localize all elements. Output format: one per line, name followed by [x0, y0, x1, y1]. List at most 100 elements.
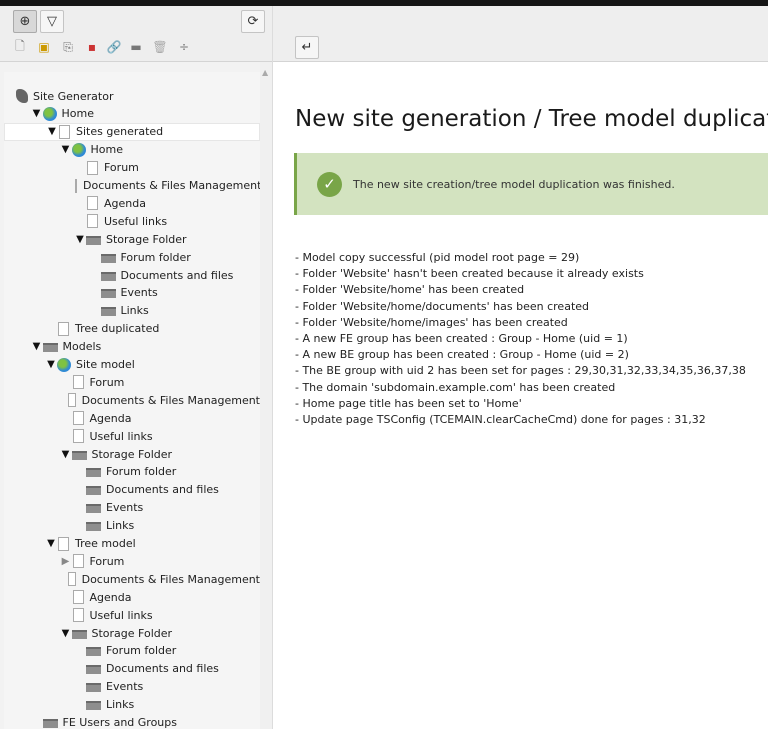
tree-node-label: Documents & Files Management — [81, 393, 260, 407]
tree-node[interactable]: Documents and files — [4, 266, 260, 284]
folder-icon[interactable]: ▬ — [129, 40, 143, 54]
folder-icon — [100, 289, 116, 299]
tree-node[interactable]: ▼ Storage Folder — [4, 445, 260, 463]
scroll-up-icon[interactable]: ▲ — [262, 68, 268, 77]
log-line: - Folder 'Website/home/documents' has be… — [295, 299, 590, 313]
tree-node[interactable]: ▼ Storage Folder — [4, 624, 260, 642]
tree-node-label: Agenda — [89, 411, 132, 425]
page-icon — [72, 590, 84, 605]
toggle-icon[interactable]: ▼ — [60, 449, 72, 460]
tree-node[interactable]: Forum — [4, 373, 260, 391]
tree-node[interactable]: Links — [4, 517, 260, 535]
tree-node[interactable]: Documents and files — [4, 660, 260, 678]
tree-scrollbar[interactable]: ▲ — [260, 62, 272, 729]
tree-node[interactable]: Documents & Files Management — [4, 391, 260, 409]
page-icon — [72, 554, 84, 569]
log-line: - Home page title has been set to 'Home' — [295, 396, 522, 410]
log-line: - A new BE group has been created : Grou… — [295, 348, 629, 362]
tree-node[interactable]: ▼ Home — [4, 105, 260, 123]
filter-icon[interactable]: ▽ — [40, 10, 64, 33]
folder-icon — [86, 683, 101, 693]
tree-node-label: Forum folder — [106, 644, 177, 658]
page-shortcut-icon[interactable]: ⎘ — [61, 40, 75, 54]
tree-node[interactable]: Documents and files — [4, 481, 260, 499]
tree-node[interactable]: Events — [4, 284, 260, 302]
tree-node[interactable]: Forum folder — [4, 248, 260, 266]
page-tree-panel: ⊕ ▽ ⟳ 🗋 ▣ ⎘ ▪ 🔗 ▬ 🗑 ÷ Site Generator ▼ Hom… — [0, 6, 273, 729]
tree-node-label: Storage Folder — [91, 447, 173, 461]
tree-node[interactable]: Agenda — [4, 588, 260, 606]
page-icon — [87, 196, 98, 211]
tree-node[interactable]: Forum folder — [4, 463, 260, 481]
page-title: New site generation / Tree model duplica… — [295, 106, 768, 132]
page-icon — [75, 178, 77, 193]
tree-node[interactable]: Useful links — [4, 212, 260, 230]
toggle-icon[interactable]: ▼ — [74, 234, 86, 245]
folder-icon — [100, 271, 116, 281]
page-tree: Site Generator ▼ Home ▼ Sites generated ▼ Home… — [4, 72, 261, 729]
folder-icon — [86, 647, 101, 657]
tree-node[interactable]: Site Generator — [4, 87, 260, 105]
tree-node[interactable]: ▼ Site model — [4, 356, 260, 374]
tree-node[interactable]: Agenda — [4, 194, 260, 212]
tree-node-label: Forum — [89, 554, 125, 568]
tree-node[interactable]: Links — [4, 302, 260, 320]
tree-node-label: Agenda — [89, 590, 132, 604]
tree-node-label: Sites generated — [76, 125, 164, 139]
new-page-icon[interactable]: ⊕ — [13, 10, 37, 33]
tree-node[interactable]: Forum — [4, 159, 260, 177]
tree-node[interactable]: ▼ Storage Folder — [4, 230, 260, 248]
folder-icon — [71, 629, 87, 639]
log-line: - Folder 'Website/home' has been created — [295, 283, 525, 297]
toggle-icon[interactable]: ▶ — [60, 556, 72, 567]
toggle-icon[interactable]: ▼ — [60, 144, 72, 155]
tree-node-label: Documents and files — [106, 483, 219, 497]
toggle-icon[interactable]: ▼ — [31, 341, 43, 352]
tree-node[interactable]: Useful links — [4, 427, 260, 445]
tree-node[interactable]: Tree duplicated — [4, 320, 260, 338]
result-log: - Model copy successful (pid model root … — [295, 250, 746, 428]
tree-node[interactable]: ▼ Tree model — [4, 535, 260, 553]
divider-icon[interactable]: ÷ — [177, 40, 191, 54]
link-icon[interactable]: 🔗 — [107, 40, 122, 54]
tree-node[interactable]: Documents & Files Management — [4, 570, 260, 588]
content-toolbar: ↵ — [273, 6, 768, 62]
tree-node[interactable]: ▼ Sites generated — [4, 122, 260, 141]
tree-node-label: Home — [61, 107, 94, 121]
return-icon[interactable]: ↵ — [295, 36, 319, 59]
tree-node[interactable]: Links — [4, 696, 260, 714]
page-icon — [72, 429, 84, 444]
refresh-icon[interactable]: ⟳ — [241, 10, 265, 33]
tree-node-label: Events — [106, 680, 144, 694]
trash-icon[interactable]: 🗑 — [152, 40, 167, 54]
tree-node-label: Home — [90, 143, 123, 157]
tree-node[interactable]: Forum folder — [4, 642, 260, 660]
tree-node-label: Documents and files — [106, 662, 219, 676]
toggle-icon[interactable]: ▼ — [45, 359, 57, 370]
tree-node[interactable]: ▼ Models — [4, 338, 260, 356]
tree-node[interactable]: Events — [4, 678, 260, 696]
page-mountpoint-icon[interactable]: ▪ — [85, 40, 99, 54]
tree-node[interactable]: ▼ Home — [4, 141, 260, 159]
tree-node[interactable]: Useful links — [4, 606, 260, 624]
page-icon[interactable]: 🗋 — [13, 39, 27, 54]
log-line: - Update page TSConfig (TCEMAIN.clearCac… — [295, 413, 706, 427]
globe-icon — [57, 357, 71, 372]
toggle-icon[interactable]: ▼ — [31, 108, 43, 119]
tree-node[interactable]: Events — [4, 499, 260, 517]
tree-node[interactable]: Documents & Files Management — [4, 177, 261, 195]
tree-node[interactable]: ▶ Forum — [4, 552, 260, 570]
tree-node-label: Links — [106, 519, 135, 533]
tree-node[interactable]: Agenda — [4, 409, 260, 427]
tree-node-label: Useful links — [89, 608, 153, 622]
toggle-icon[interactable]: ▼ — [60, 628, 72, 639]
tree-node-label: Tree duplicated — [75, 322, 160, 336]
toggle-icon[interactable]: ▼ — [46, 126, 58, 137]
alert-message: The new site creation/tree model duplica… — [353, 177, 675, 191]
page-user-icon[interactable]: ▣ — [37, 40, 51, 54]
folder-icon — [42, 719, 58, 728]
toggle-icon[interactable]: ▼ — [45, 538, 57, 549]
folder-icon — [86, 486, 101, 496]
tree-node-label: Documents and files — [120, 268, 234, 282]
folder-icon — [86, 701, 101, 711]
